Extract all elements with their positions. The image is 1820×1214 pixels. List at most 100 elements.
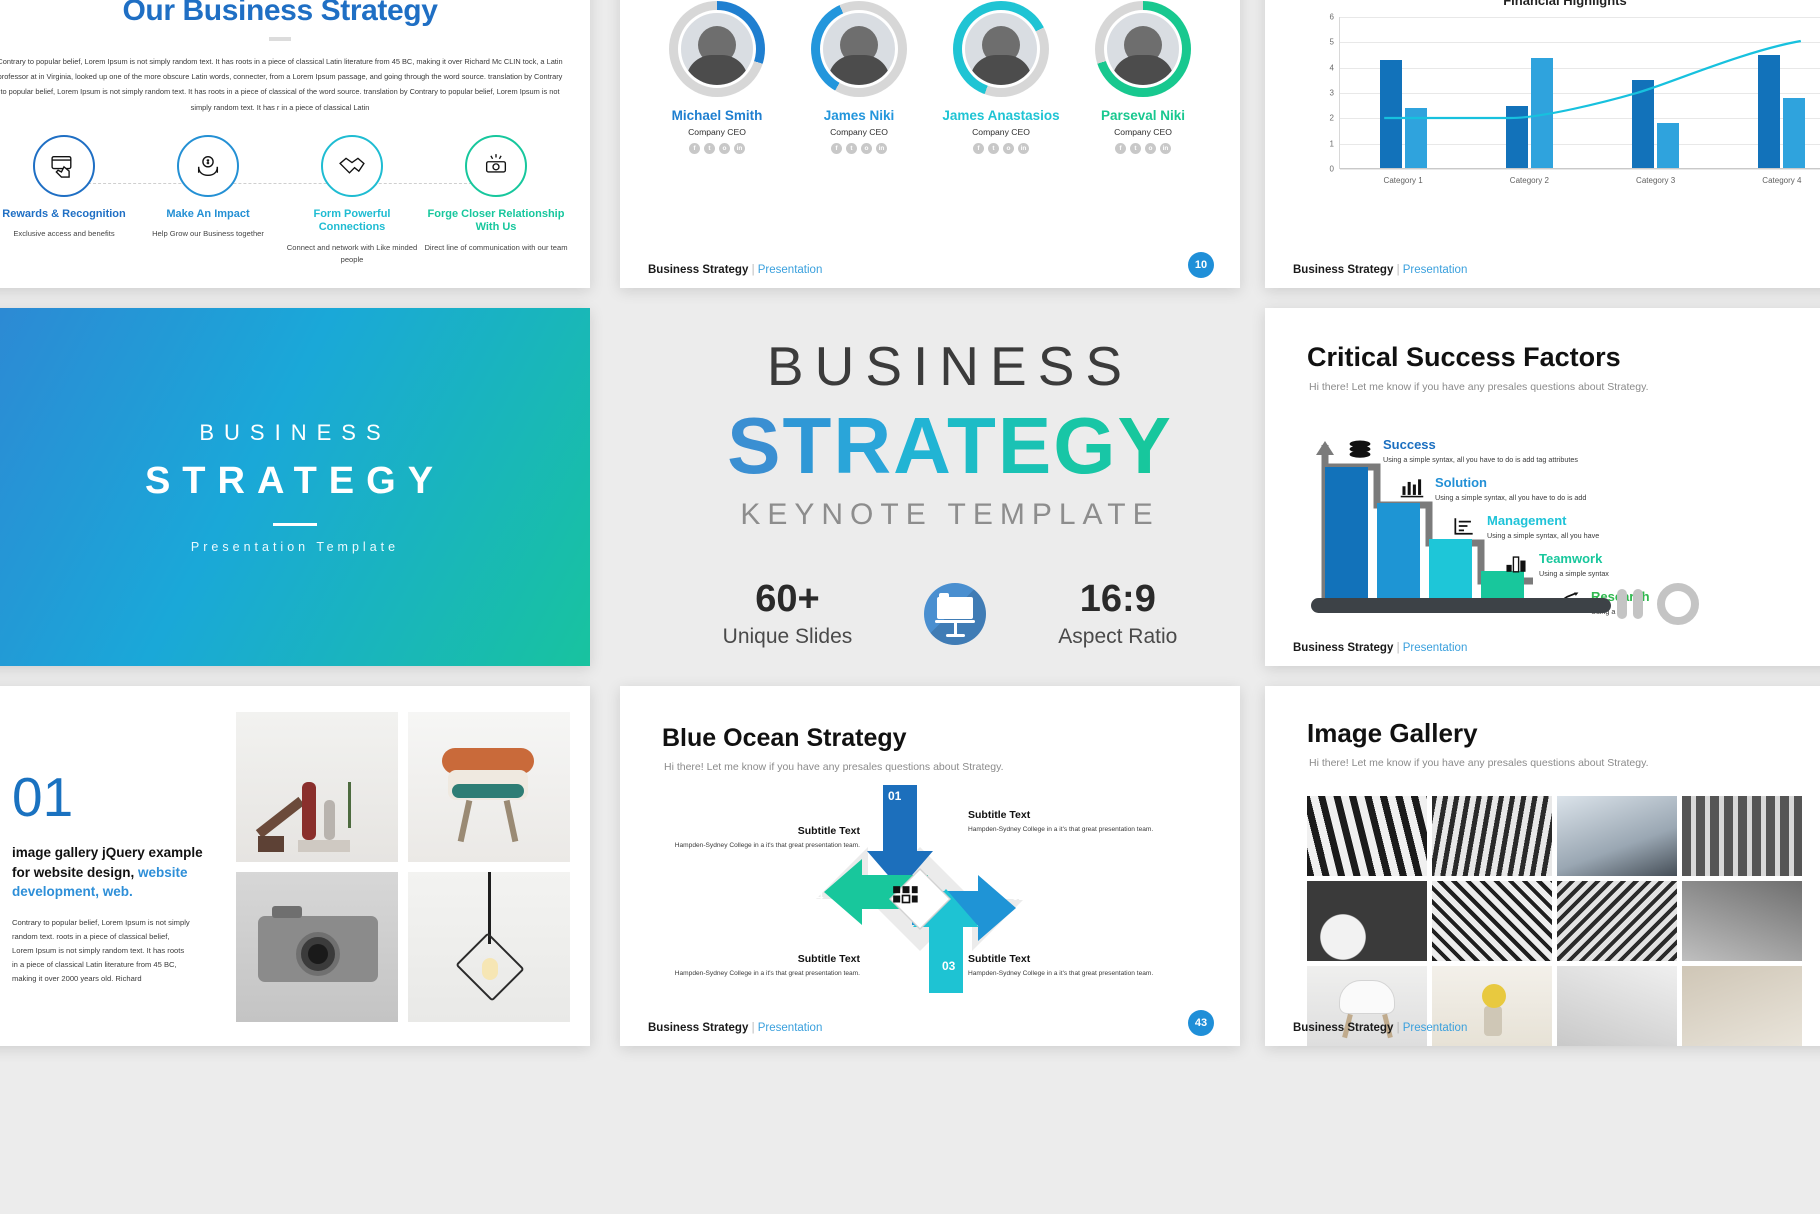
intro-paragraph: Contrary to popular belief, Lorem Ipsum …: [0, 57, 563, 112]
flow-icon: [1454, 518, 1473, 535]
item-desc: Direct line of communication with our te…: [424, 243, 568, 253]
footer-separator: |: [1396, 264, 1400, 276]
slide-critical-success-factors[interactable]: Critical Success Factors Hi there! Let m…: [1265, 308, 1820, 666]
item-desc: Hampden-Sydney College in a it's that gr…: [968, 826, 1154, 833]
linkedin-icon[interactable]: in: [1160, 143, 1171, 154]
slide-image-gallery[interactable]: Image Gallery Hi there! Let me know if y…: [1265, 686, 1820, 1046]
baseline-handle: [1633, 589, 1643, 619]
diamond-facade-photo[interactable]: [1432, 881, 1552, 961]
step-bar-teamwork: [1481, 571, 1524, 599]
slide-our-business-strategy[interactable]: Our Business Strategy Contrary to popula…: [0, 0, 590, 288]
lead-text: image gallery jQuery example for website…: [12, 843, 212, 902]
facebook-icon[interactable]: f: [689, 143, 700, 154]
footer-separator: |: [751, 264, 755, 276]
team-member-card[interactable]: James Niki Company CEO f t o in: [796, 1, 922, 154]
y-tick: 3: [1329, 88, 1334, 98]
slide-subline: Hi there! Let me know if you have any pr…: [1309, 381, 1649, 393]
qr-grid-icon: [893, 886, 918, 904]
slide-cover-gradient[interactable]: BUSINESS STRATEGY Presentation Template: [0, 308, 590, 666]
chair-cushion-photo[interactable]: [408, 712, 570, 862]
avatar: [1095, 1, 1191, 97]
desk-photo[interactable]: [1682, 966, 1802, 1046]
stat-label: Aspect Ratio: [1058, 625, 1178, 648]
hero-eyebrow: BUSINESS: [766, 335, 1134, 397]
page-title: Blue Ocean Strategy: [662, 724, 907, 752]
team-member-card[interactable]: Parseval Niki Company CEO f t o in: [1080, 1, 1206, 154]
twitter-icon[interactable]: t: [1130, 143, 1141, 154]
linkedin-icon[interactable]: in: [1018, 143, 1029, 154]
footer-brand: Business Strategy: [1293, 264, 1394, 276]
strategy-item-rewards[interactable]: Rewards & Recognition Exclusive access a…: [0, 134, 136, 266]
white-chair-photo[interactable]: [1307, 966, 1427, 1046]
csf-item-teamwork[interactable]: Teamwork Using a simple syntax: [1506, 551, 1609, 578]
bars-icon: [1506, 556, 1526, 573]
strategy-item-relationship[interactable]: Forge Closer Relationship With Us Direct…: [424, 134, 568, 266]
social-links[interactable]: f t o in: [1080, 143, 1206, 154]
team-member-card[interactable]: Michael Smith Company CEO f t o in: [654, 1, 780, 154]
strategy-item-impact[interactable]: Make An Impact Help Grow our Business to…: [136, 134, 280, 266]
building-facade-photo[interactable]: [1432, 796, 1552, 876]
team-members-row: Michael Smith Company CEO f t o in James Ni…: [620, 1, 1240, 154]
facebook-icon[interactable]: f: [831, 143, 842, 154]
instagram-icon[interactable]: o: [1145, 143, 1156, 154]
interior-photo[interactable]: [1557, 966, 1677, 1046]
instagram-icon[interactable]: o: [1003, 143, 1014, 154]
pendant-lamp-photo[interactable]: [408, 872, 570, 1022]
slide-blue-ocean-strategy[interactable]: Blue Ocean Strategy Hi there! Let me kno…: [620, 686, 1240, 1046]
yellow-flowers-photo[interactable]: [1432, 966, 1552, 1046]
y-tick: 0: [1329, 164, 1334, 174]
instagram-icon[interactable]: o: [861, 143, 872, 154]
grid-facade-photo[interactable]: [1557, 881, 1677, 961]
slide-team[interactable]: Hi there! Let me know if you have any pr…: [620, 0, 1240, 288]
item-desc: Using a simple syntax: [1539, 569, 1609, 578]
csf-item-solution[interactable]: Solution Using a simple syntax, all you …: [1400, 475, 1586, 502]
concrete-photo[interactable]: [1682, 881, 1802, 961]
social-links[interactable]: f t o in: [654, 143, 780, 154]
baseline-handle: [1617, 589, 1627, 619]
trend-line: [1384, 39, 1802, 120]
team-member-card[interactable]: James Anastasios Company CEO f t o in: [938, 1, 1064, 154]
quadrant-label-04[interactable]: Subtitle Text Hampden-Sydney College in …: [650, 953, 860, 981]
page-number-badge: 43: [1188, 1010, 1214, 1036]
member-name: James Niki: [823, 108, 895, 123]
facebook-icon[interactable]: f: [1115, 143, 1126, 154]
facebook-icon[interactable]: f: [973, 143, 984, 154]
twitter-icon[interactable]: t: [704, 143, 715, 154]
slide-footer: Business Strategy | Presentation: [648, 264, 822, 276]
architecture-lines-photo[interactable]: [1307, 796, 1427, 876]
member-name: Michael Smith: [671, 108, 763, 123]
blue-ocean-diagram: 01 02 03 04 Subtitle Text Hampden-Sydney…: [620, 777, 1240, 997]
avatar: [669, 1, 765, 97]
linkedin-icon[interactable]: in: [734, 143, 745, 154]
csf-item-success[interactable]: Success Using a simple syntax, all you h…: [1349, 437, 1578, 464]
quadrant-label-03[interactable]: Subtitle Text Hampden-Sydney College in …: [968, 953, 1168, 981]
quadrant-label-02[interactable]: Subtitle Text Hampden-Sydney College in …: [968, 809, 1168, 837]
vase-still-life-photo[interactable]: [236, 712, 398, 862]
body-text: Contrary to popular belief, Lorem Ipsum …: [12, 917, 190, 983]
skyline-photo[interactable]: [1682, 796, 1802, 876]
handshake-icon: [321, 134, 383, 197]
glass-tower-photo[interactable]: [1557, 796, 1677, 876]
footer-separator: |: [1396, 642, 1400, 654]
twitter-icon[interactable]: t: [988, 143, 999, 154]
hero-stats: 60+ Unique Slides 16:9 Aspect Ratio: [620, 578, 1280, 649]
member-photo: [1104, 10, 1182, 88]
twitter-icon[interactable]: t: [846, 143, 857, 154]
bar-chart-icon: [1400, 479, 1424, 498]
quadrant-label-01[interactable]: Subtitle Text Hampden-Sydney College in …: [630, 825, 860, 853]
slide-subline: Hi there! Let me know if you have any pr…: [1309, 757, 1649, 769]
linkedin-icon[interactable]: in: [876, 143, 887, 154]
csf-item-management[interactable]: Management Using a simple syntax, all yo…: [1454, 513, 1599, 540]
social-links[interactable]: f t o in: [938, 143, 1064, 154]
vintage-camera-photo[interactable]: [236, 872, 398, 1022]
footer-label: Presentation: [1402, 1022, 1468, 1034]
item-desc: Help Grow our Business together: [152, 229, 264, 239]
curved-building-photo[interactable]: [1307, 881, 1427, 961]
slide-financial-highlights[interactable]: Hi there! Let me know if you have any pr…: [1265, 0, 1820, 288]
item-title: Subtitle Text: [797, 953, 860, 965]
instagram-icon[interactable]: o: [719, 143, 730, 154]
social-links[interactable]: f t o in: [796, 143, 922, 154]
page-title: Our Business Strategy: [122, 0, 438, 27]
strategy-item-connections[interactable]: Form Powerful Connections Connect and ne…: [280, 134, 424, 266]
slide-01-image-gallery[interactable]: 01 image gallery jQuery example for webs…: [0, 686, 590, 1046]
